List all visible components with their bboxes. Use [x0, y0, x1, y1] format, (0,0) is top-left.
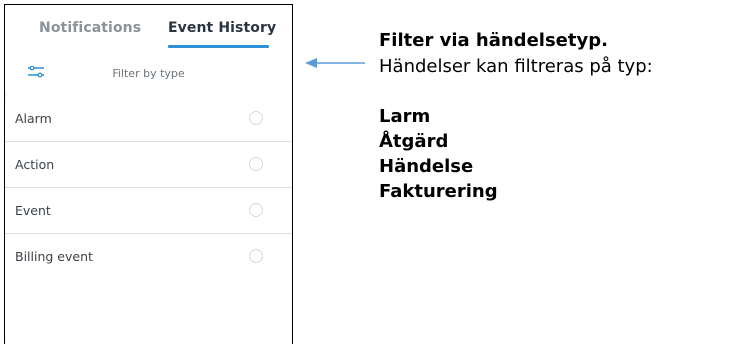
- list-item-label: Action: [15, 157, 55, 172]
- filter-type-list: Alarm Action Event Billing event: [5, 90, 292, 344]
- list-item-label: Alarm: [15, 111, 52, 126]
- annotation-item: Fakturering: [379, 181, 498, 202]
- annotation-text: Händelser kan filtreras på typ:: [379, 56, 653, 77]
- radio-button[interactable]: [249, 249, 263, 263]
- radio-button[interactable]: [249, 157, 263, 171]
- radio-button[interactable]: [249, 111, 263, 125]
- annotation-title: Filter via händelsetyp.: [379, 30, 608, 51]
- app-screen: Notifications Event History Filter by ty…: [4, 4, 293, 344]
- annotation-item: Åtgärd: [379, 131, 449, 152]
- annotation-item: Larm: [379, 106, 431, 127]
- radio-button[interactable]: [249, 203, 263, 217]
- list-item-event[interactable]: Event: [5, 188, 292, 234]
- annotation-item: Händelse: [379, 156, 474, 177]
- list-item-action[interactable]: Action: [5, 142, 292, 188]
- filter-by-type-label[interactable]: Filter by type: [5, 67, 292, 80]
- filter-bar[interactable]: Filter by type: [5, 53, 292, 94]
- tab-bar: Notifications Event History: [5, 5, 292, 53]
- list-item-billing-event[interactable]: Billing event: [5, 234, 292, 280]
- left-arrow-icon: [305, 58, 365, 68]
- tab-event-history[interactable]: Event History: [168, 20, 276, 36]
- list-item-label: Billing event: [15, 249, 93, 264]
- list-item-alarm[interactable]: Alarm: [5, 96, 292, 142]
- list-item-label: Event: [15, 203, 51, 218]
- tab-notifications[interactable]: Notifications: [39, 20, 141, 36]
- active-tab-indicator: [168, 45, 269, 48]
